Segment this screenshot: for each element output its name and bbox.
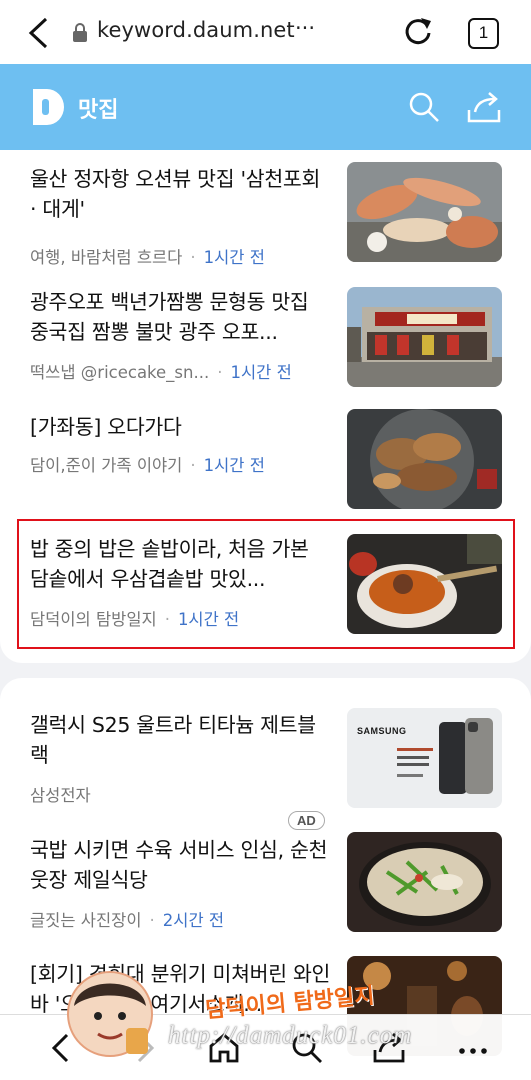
- watermark-character-icon: [67, 971, 153, 1057]
- article-title[interactable]: [가좌동] 오다가다: [30, 412, 332, 442]
- article-meta: 여행, 바람처럼 흐르다 · 1시간 전: [30, 248, 265, 267]
- gukbap-thumbnail[interactable]: [347, 832, 502, 932]
- url-ellipsis: ···: [295, 16, 316, 40]
- restaurant-thumbnail[interactable]: [347, 287, 502, 387]
- article-time: 2시간 전: [162, 911, 225, 930]
- reload-icon[interactable]: [403, 15, 435, 49]
- article-source: 담이,준이 가족 이야기: [30, 456, 183, 475]
- list-item[interactable]: 울산 정자항 오션뷰 맛집 '삼천포회 · 대게' 여행, 바람처럼 흐르다 · 1…: [0, 162, 531, 270]
- article-source: 여행, 바람처럼 흐르다: [30, 248, 183, 267]
- tab-count-button[interactable]: 1: [468, 18, 499, 49]
- article-meta: 담이,준이 가족 이야기 · 1시간 전: [30, 456, 265, 475]
- watermark-url: http://damduck01.com: [168, 1022, 413, 1049]
- article-title[interactable]: 국밥 시키면 수육 서비스 인심, 순천웃장 제일식당: [30, 835, 332, 895]
- ad-title[interactable]: 갤럭시 S25 울트라 티타늄 제트블랙: [30, 710, 332, 770]
- ad-badge: AD: [288, 811, 325, 830]
- more-icon[interactable]: [456, 1031, 490, 1065]
- ad-source: 삼성전자: [30, 786, 91, 805]
- back-arrow-icon[interactable]: [26, 16, 50, 50]
- daum-logo-icon[interactable]: [31, 87, 67, 127]
- article-meta: 떡쓰냅 @ricecake_sn... · 1시간 전: [30, 363, 292, 382]
- list-item[interactable]: 광주오포 백년가짬뽕 문형동 맛집 중국집 짬뽕 불맛 광주 오포... 떡쓰냅…: [0, 287, 531, 387]
- article-meta: 글짓는 사진장이 · 2시간 전: [30, 911, 225, 930]
- list-item[interactable]: [가좌동] 오다가다 담이,준이 가족 이야기 · 1시간 전: [0, 409, 531, 509]
- search-icon[interactable]: [408, 91, 440, 123]
- article-source: 떡쓰냅 @ricecake_sn...: [30, 363, 210, 382]
- daum-header: 맛집: [0, 64, 531, 150]
- url-text[interactable]: keyword.daum.net: [97, 18, 295, 42]
- browser-url-bar: keyword.daum.net ··· 1: [0, 0, 531, 64]
- article-title[interactable]: 광주오포 백년가짬뽕 문형동 맛집 중국집 짬뽕 불맛 광주 오포...: [30, 287, 332, 347]
- article-time: 1시간 전: [203, 248, 265, 267]
- list-item[interactable]: 국밥 시키면 수육 서비스 인심, 순천웃장 제일식당 글짓는 사진장이 · 2시간…: [0, 832, 531, 932]
- article-title[interactable]: 울산 정자항 오션뷰 맛집 '삼천포회 · 대게': [30, 164, 332, 224]
- page-title: 맛집: [78, 98, 119, 123]
- highlight-box: [17, 519, 515, 649]
- ad-item[interactable]: 갤럭시 S25 울트라 티타늄 제트블랙 삼성전자 AD SAMSUNG: [0, 708, 531, 830]
- grill-thumbnail[interactable]: [347, 409, 502, 509]
- samsung-brand-text: SAMSUNG: [357, 726, 407, 736]
- article-time: 1시간 전: [230, 363, 292, 382]
- lock-icon: [73, 23, 87, 42]
- article-time: 1시간 전: [203, 456, 265, 475]
- share-icon[interactable]: [466, 90, 502, 124]
- galaxy-ad-thumbnail[interactable]: SAMSUNG: [347, 708, 502, 808]
- crab-thumbnail[interactable]: [347, 162, 502, 262]
- article-source: 글짓는 사진장이: [30, 911, 142, 930]
